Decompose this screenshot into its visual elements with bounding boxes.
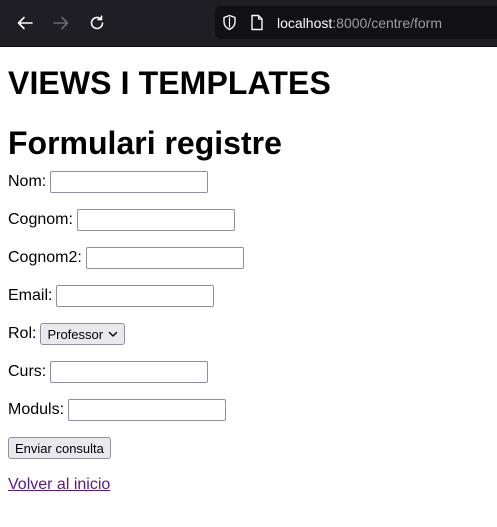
nom-input[interactable] — [50, 171, 209, 193]
label-cognom2: Cognom2: — [8, 249, 82, 266]
arrow-left-icon — [17, 16, 33, 30]
page-content: VIEWS I TEMPLATES Formulari registre Nom… — [0, 47, 497, 494]
rol-selected-value: Professor — [47, 326, 104, 342]
field-moduls: Moduls: — [8, 399, 489, 421]
url-path: :8000/centre/form — [332, 15, 442, 31]
reload-button[interactable] — [82, 8, 112, 38]
browser-toolbar: localhost:8000/centre/form — [0, 0, 497, 47]
site-title: VIEWS I TEMPLATES — [8, 65, 331, 101]
form-title: Formulari registre — [8, 125, 282, 161]
field-curs: Curs: — [8, 361, 489, 383]
submit-button[interactable]: Enviar consulta — [8, 437, 111, 459]
curs-input[interactable] — [50, 361, 209, 383]
shield-icon[interactable] — [221, 14, 238, 31]
field-cognom2: Cognom2: — [8, 247, 489, 269]
field-email: Email: — [8, 285, 489, 307]
cognom2-input[interactable] — [85, 247, 244, 269]
label-cognom: Cognom: — [8, 211, 73, 228]
label-moduls: Moduls: — [8, 401, 65, 418]
field-rol: Rol: Professor — [8, 323, 489, 345]
page-icon[interactable] — [249, 14, 265, 31]
url-bar[interactable]: localhost:8000/centre/form — [215, 6, 497, 39]
field-cognom: Cognom: — [8, 209, 489, 231]
label-rol: Rol: — [8, 325, 37, 342]
moduls-input[interactable] — [68, 399, 227, 421]
registration-form: Nom: Cognom: Cognom2: Email: Rol: Profes… — [8, 162, 489, 459]
arrow-right-icon — [53, 16, 69, 30]
rol-select[interactable]: Professor — [40, 323, 126, 345]
label-nom: Nom: — [8, 173, 47, 190]
url-host: localhost — [277, 15, 333, 31]
forward-button[interactable] — [46, 8, 76, 38]
label-curs: Curs: — [8, 363, 47, 380]
back-to-home-link[interactable]: Volver al inicio — [8, 476, 489, 494]
reload-icon — [90, 15, 104, 30]
back-button[interactable] — [10, 8, 40, 38]
chevron-down-icon — [109, 331, 118, 337]
cognom-input[interactable] — [76, 209, 235, 231]
field-nom: Nom: — [8, 171, 489, 193]
label-email: Email: — [8, 287, 53, 304]
url-text[interactable]: localhost:8000/centre/form — [277, 15, 442, 31]
email-input[interactable] — [56, 285, 215, 307]
